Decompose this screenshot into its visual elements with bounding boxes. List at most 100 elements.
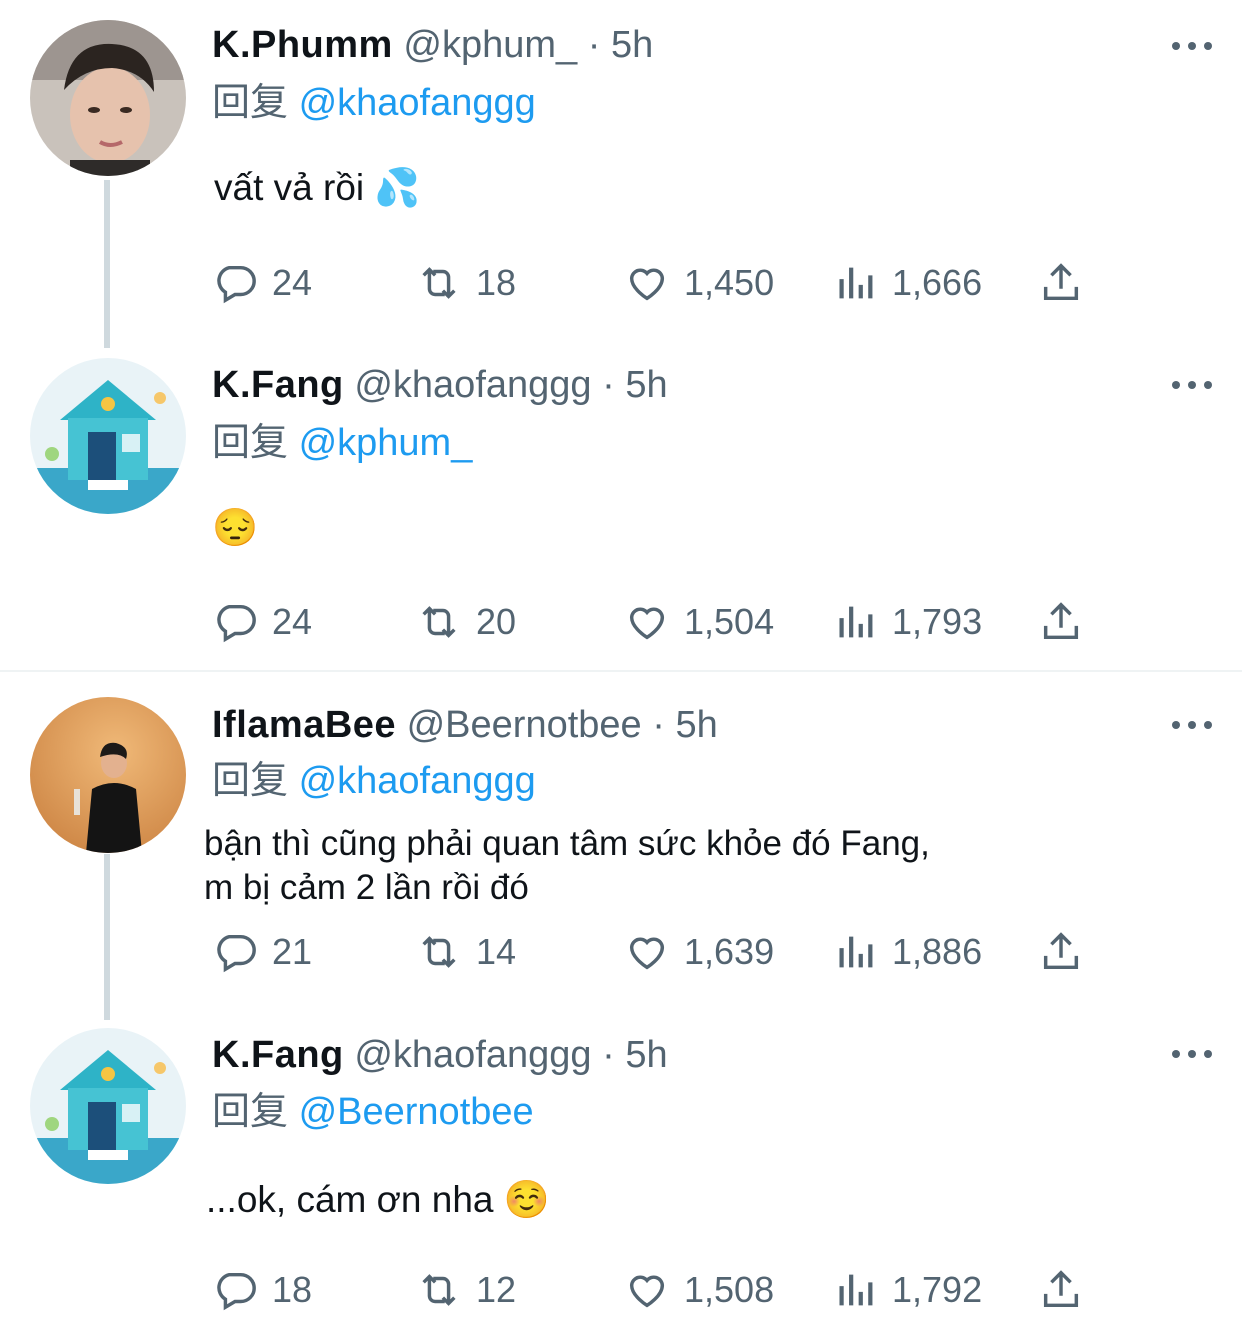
reply-to: 回复 @Beernotbee [212, 1089, 534, 1135]
mention-link[interactable]: @kphum_ [299, 422, 473, 464]
retweet-icon [422, 606, 456, 638]
share-button[interactable] [1038, 258, 1098, 308]
avatar-kphumm[interactable] [30, 20, 186, 176]
views-icon [839, 936, 873, 968]
retweet-count: 20 [476, 601, 517, 642]
share-button[interactable] [1038, 597, 1098, 647]
handle[interactable]: @kphum_ [403, 24, 577, 66]
like-count: 1,504 [684, 601, 775, 642]
reply-icon [217, 934, 256, 973]
share-button[interactable] [1038, 927, 1098, 977]
like-button[interactable]: 1,504 [624, 597, 774, 647]
reply-prefix: 回复 [212, 82, 289, 124]
reply-count: 24 [272, 262, 313, 303]
avatar-kfang[interactable] [30, 1028, 186, 1184]
like-count: 1,508 [684, 1269, 775, 1310]
mention-link[interactable]: @khaofanggg [299, 760, 536, 802]
avatar-kfang-image [30, 1028, 186, 1184]
timestamp[interactable]: 5h [611, 24, 653, 66]
display-name[interactable]: IflamaBee [212, 704, 396, 746]
retweet-button[interactable]: 20 [416, 597, 516, 647]
tweet-header: K.Fang @khaofanggg · 5h [212, 362, 668, 408]
tweet-4[interactable]: K.Fang @khaofanggg · 5h 回复 @Beernotbee .… [0, 1010, 1242, 1341]
like-button[interactable]: 1,450 [624, 258, 774, 308]
tweet-text: ...ok, cám ơn nha ☺️ [206, 1179, 550, 1220]
reply-prefix: 回复 [212, 760, 289, 802]
reply-button[interactable]: 24 [212, 258, 312, 308]
retweet-button[interactable]: 18 [416, 258, 516, 308]
separator: · [591, 364, 626, 406]
mention-link[interactable]: @Beernotbee [299, 1091, 534, 1133]
handle[interactable]: @khaofanggg [354, 364, 591, 406]
like-count: 1,450 [684, 262, 775, 303]
more-icon[interactable] [1172, 39, 1212, 53]
retweet-count: 18 [476, 262, 517, 303]
display-name[interactable]: K.Fang [212, 1034, 344, 1076]
reply-button[interactable]: 21 [212, 927, 312, 977]
thread-line [104, 180, 110, 348]
reply-icon [217, 1272, 256, 1311]
display-name[interactable]: K.Fang [212, 364, 344, 406]
retweet-button[interactable]: 12 [416, 1265, 516, 1315]
reply-count: 24 [272, 601, 313, 642]
more-icon[interactable] [1172, 1047, 1212, 1061]
timestamp[interactable]: 5h [625, 1034, 667, 1076]
reply-button[interactable]: 24 [212, 597, 312, 647]
tweet-1[interactable]: K.Phumm @kphum_ · 5h 回复 @khaofanggg vất … [0, 0, 1242, 348]
reply-count: 21 [272, 931, 313, 972]
retweet-icon [422, 1274, 456, 1306]
tweet-header: IflamaBee @Beernotbee · 5h [212, 702, 718, 748]
views-button[interactable]: 1,793 [832, 597, 982, 647]
action-bar: 18 12 1,508 1,792 [212, 1265, 1092, 1315]
handle[interactable]: @Beernotbee [407, 704, 642, 746]
avatar-iflamabee-image [30, 697, 186, 853]
views-button[interactable]: 1,666 [832, 258, 982, 308]
tweet-text: vất vả rồi 💦 [214, 167, 421, 208]
more-icon[interactable] [1172, 378, 1212, 392]
views-button[interactable]: 1,886 [832, 927, 982, 977]
tweet-2[interactable]: K.Fang @khaofanggg · 5h 回复 @kphum_ 😔 24 … [0, 340, 1242, 670]
views-button[interactable]: 1,792 [832, 1265, 982, 1315]
avatar-kphumm-image [30, 20, 186, 176]
share-icon [1043, 602, 1079, 640]
tweet-text: bận thì cũng phải quan tâm sức khỏe đó F… [204, 822, 930, 910]
reply-icon [217, 604, 256, 643]
like-icon [629, 1275, 665, 1308]
like-icon [629, 607, 665, 640]
timestamp[interactable]: 5h [625, 364, 667, 406]
like-button[interactable]: 1,639 [624, 927, 774, 977]
reply-button[interactable]: 18 [212, 1265, 312, 1315]
reply-count: 18 [272, 1269, 313, 1310]
retweet-icon [422, 936, 456, 968]
avatar-kfang[interactable] [30, 358, 186, 514]
share-button[interactable] [1038, 1265, 1098, 1315]
retweet-count: 14 [476, 931, 517, 972]
retweet-button[interactable]: 14 [416, 927, 516, 977]
avatar-iflamabee[interactable] [30, 697, 186, 853]
views-count: 1,793 [892, 601, 983, 642]
separator: · [641, 704, 676, 746]
like-icon [629, 937, 665, 970]
reply-to: 回复 @khaofanggg [212, 758, 536, 804]
action-bar: 24 18 1,450 1,666 [212, 258, 1092, 308]
mention-link[interactable]: @khaofanggg [299, 82, 536, 124]
share-icon [1043, 1270, 1079, 1308]
tweet-header: K.Fang @khaofanggg · 5h [212, 1032, 668, 1078]
more-icon[interactable] [1172, 718, 1212, 732]
tweet-3[interactable]: IflamaBee @Beernotbee · 5h 回复 @khaofangg… [0, 672, 1242, 1020]
reply-prefix: 回复 [212, 422, 289, 464]
views-icon [839, 267, 873, 299]
display-name[interactable]: K.Phumm [212, 24, 393, 66]
like-button[interactable]: 1,508 [624, 1265, 774, 1315]
thread-line [104, 854, 110, 1020]
handle[interactable]: @khaofanggg [354, 1034, 591, 1076]
tweet-header: K.Phumm @kphum_ · 5h [212, 22, 653, 68]
share-icon [1043, 263, 1079, 301]
action-bar: 21 14 1,639 1,886 [212, 927, 1092, 977]
share-icon [1043, 932, 1079, 970]
tweet-text: 😔 [212, 507, 259, 548]
timestamp[interactable]: 5h [675, 704, 717, 746]
separator: · [577, 24, 611, 66]
tweet-text-line: bận thì cũng phải quan tâm sức khỏe đó F… [204, 824, 930, 863]
reply-to: 回复 @kphum_ [212, 420, 472, 466]
